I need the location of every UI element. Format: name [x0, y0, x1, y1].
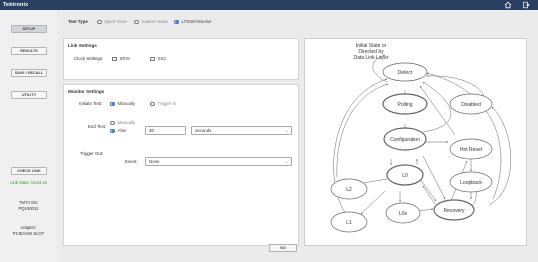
trigger-out-label: Trigger Out:	[80, 151, 104, 156]
event-value: None	[149, 159, 160, 164]
ltssm-monitor-label: LTSSM Monitor	[181, 19, 212, 24]
ltssm-monitor-radio[interactable]	[174, 19, 179, 24]
state-l2: L2	[346, 187, 352, 193]
save-recall-button[interactable]: SAVE / RECALL	[11, 69, 47, 77]
link-settings-panel: Link Settings Clock Settings: SRIS SSC	[63, 38, 299, 80]
monitor-settings-panel: Monitor Settings Initiate Test: Manually…	[63, 84, 299, 246]
end-manually-option[interactable]: Manually	[110, 120, 135, 125]
test-type-label: Test Type	[68, 19, 88, 24]
clock-settings-label: Clock Settings:	[74, 56, 104, 61]
event-select[interactable]: None ⌵	[145, 157, 292, 166]
quick-scan-radio[interactable]	[97, 19, 102, 24]
end-manually-label: Manually	[117, 120, 136, 125]
state-l0: L0	[402, 173, 408, 179]
state-loopback: Loopback	[460, 180, 482, 186]
end-duration-input[interactable]: 30	[145, 126, 186, 135]
trigger-in-radio[interactable]	[150, 101, 155, 106]
custom-scan-label: Custom Scan	[141, 19, 168, 24]
title-bar: Tektronix	[0, 0, 538, 10]
custom-scan-option[interactable]: Custom Scan	[134, 19, 168, 24]
monitor-settings-title: Monitor Settings	[68, 89, 105, 94]
chevron-down-icon: ⌵	[284, 128, 288, 133]
quick-scan-label: Quick Scan	[104, 19, 127, 24]
ssc-option[interactable]: SSC	[150, 56, 167, 61]
trigger-in-label: Trigger In	[157, 101, 177, 106]
sris-checkbox[interactable]	[112, 56, 117, 61]
trigger-in-option[interactable]: Trigger In	[150, 101, 176, 106]
end-manually-radio[interactable]	[110, 120, 115, 125]
event-label: Event:	[125, 159, 138, 164]
state-recovery: Recovery	[443, 208, 465, 214]
serial-value: PQ100012	[18, 206, 39, 211]
chevron-down-icon: ⌵	[284, 159, 288, 164]
initiate-manually-radio[interactable]	[110, 101, 115, 106]
state-l1: L1	[346, 220, 352, 226]
end-unit-select[interactable]: seconds ⌵	[191, 126, 292, 135]
sidebar: SETUP RESULTS SAVE / RECALL UTILITY CHEC…	[0, 10, 57, 262]
adapter-value: PCIE4-M2 SLOT	[12, 231, 45, 236]
check-link-button[interactable]: CHECK LINK	[11, 167, 47, 175]
home-icon[interactable]	[504, 1, 512, 9]
ltssm-monitor-option[interactable]: LTSSM Monitor	[174, 19, 212, 24]
custom-scan-radio[interactable]	[134, 19, 139, 24]
sris-label: SRIS	[119, 56, 130, 61]
main-area: Test Type Quick Scan Custom Scan LTSSM M…	[57, 10, 538, 262]
utility-button[interactable]: UTILITY	[11, 91, 47, 99]
initiate-manually-label: Manually	[117, 101, 136, 106]
end-after-radio[interactable]	[110, 128, 115, 133]
caption-line-3: Data Link Layer	[353, 55, 388, 61]
link-state-text: Link State: Gen4 x4	[10, 180, 47, 185]
exit-icon[interactable]	[522, 1, 530, 9]
state-hot-reset: Hot Reset	[460, 147, 483, 153]
ssc-checkbox[interactable]	[150, 56, 155, 61]
link-settings-title: Link Settings	[68, 43, 97, 48]
end-after-option[interactable]: After	[110, 128, 127, 133]
ltssm-state-diagram: Initial State or Directed by Data Link L…	[304, 38, 527, 246]
end-after-label: After	[117, 128, 127, 133]
go-button[interactable]: GO	[269, 244, 297, 252]
state-polling: Polling	[397, 102, 412, 108]
end-test-label: End Test:	[88, 124, 107, 129]
initiate-test-label: Initiate Test:	[79, 101, 103, 106]
sris-option[interactable]: SRIS	[112, 56, 130, 61]
state-configuration: Configuration	[390, 137, 420, 143]
state-l0s: L0s	[399, 211, 408, 217]
tektronix-logo: Tektronix	[3, 2, 29, 8]
ssc-label: SSC	[157, 56, 167, 61]
state-detect: Detect	[398, 70, 413, 76]
results-button[interactable]: RESULTS	[11, 47, 47, 55]
ltssm-diagram-svg: Initial State or Directed by Data Link L…	[330, 43, 511, 233]
serial-label: TMT4 SN:	[18, 200, 39, 205]
state-disabled: Disabled	[461, 102, 481, 108]
end-unit-value: seconds	[195, 128, 212, 133]
initiate-manually-option[interactable]: Manually	[110, 101, 135, 106]
quick-scan-option[interactable]: Quick Scan	[97, 19, 127, 24]
setup-button[interactable]: SETUP	[11, 25, 47, 33]
adapter-label: Adapter:	[20, 225, 37, 230]
